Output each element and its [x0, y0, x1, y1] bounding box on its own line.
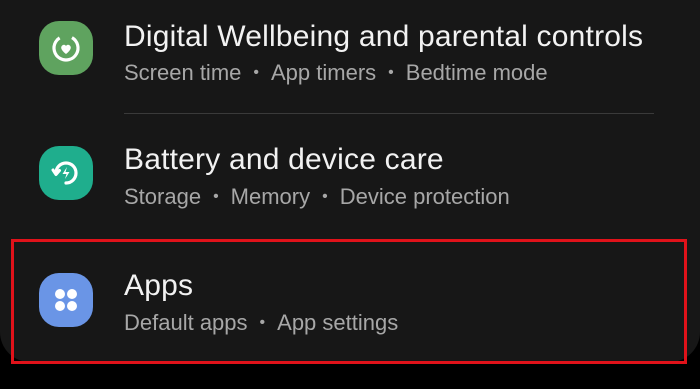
- settings-screen: Digital Wellbeing and parental controls …: [0, 0, 700, 389]
- settings-item-subtitle: Storage • Memory • Device protection: [124, 184, 510, 210]
- subtitle-part: App settings: [277, 310, 399, 335]
- subtitle-part: App timers: [271, 60, 377, 85]
- separator-dot: •: [388, 64, 394, 81]
- separator-dot: •: [322, 188, 328, 205]
- settings-item-title: Battery and device care: [124, 143, 444, 176]
- settings-item-title: Digital Wellbeing and parental controls: [124, 20, 644, 53]
- settings-item-battery-device-care[interactable]: Battery and device care Storage • Memory • D…: [0, 116, 700, 238]
- settings-item-digital-wellbeing[interactable]: Digital Wellbeing and parental controls …: [0, 0, 700, 122]
- subtitle-part: Device protection: [339, 184, 510, 209]
- settings-card: Digital Wellbeing and parental controls …: [0, 0, 700, 362]
- separator-dot: •: [253, 64, 259, 81]
- device-care-icon: [39, 146, 93, 200]
- settings-item-subtitle: Default apps • App settings: [124, 310, 398, 336]
- settings-item-title: Apps: [124, 269, 194, 302]
- subtitle-part: Storage: [124, 184, 202, 209]
- subtitle-part: Memory: [230, 184, 311, 209]
- list-divider: [124, 113, 654, 114]
- settings-item-subtitle: Screen time • App timers • Bedtime mode: [124, 60, 548, 86]
- separator-dot: •: [213, 188, 219, 205]
- subtitle-part: Screen time: [124, 60, 242, 85]
- settings-item-apps[interactable]: Apps Default apps • App settings: [0, 238, 700, 360]
- subtitle-part: Default apps: [124, 310, 248, 335]
- subtitle-part: Bedtime mode: [405, 60, 548, 85]
- digital-wellbeing-icon: [39, 21, 93, 75]
- separator-dot: •: [259, 314, 266, 331]
- apps-icon: [39, 273, 93, 327]
